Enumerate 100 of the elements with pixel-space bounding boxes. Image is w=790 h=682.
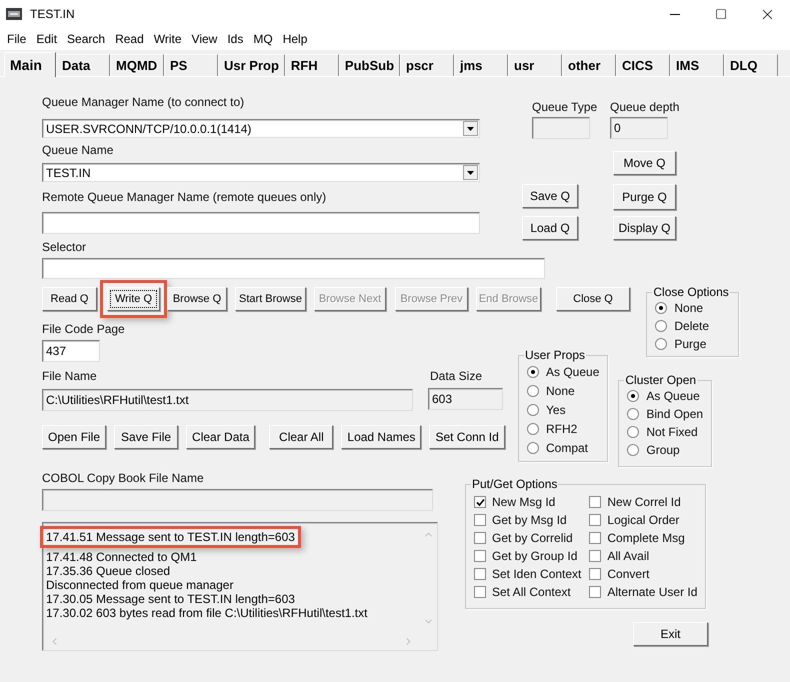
file-button[interactable]: Set Conn Id: [429, 425, 505, 449]
checkbox[interactable]: [589, 550, 602, 562]
log-line: Disconnected from queue manager: [46, 578, 234, 592]
save-queue-button[interactable]: Save Q: [522, 184, 578, 208]
cobol-copybook-field[interactable]: [42, 489, 433, 511]
radio-label: Delete: [674, 318, 710, 334]
group-title: Cluster Open: [624, 373, 698, 387]
field-label: Data Size: [430, 369, 482, 384]
tab[interactable]: Usr Prop: [218, 54, 285, 76]
menu-item[interactable]: Ids: [222, 30, 248, 48]
radio-label: Purge: [674, 336, 706, 352]
exit-button[interactable]: Exit: [633, 622, 708, 646]
tab[interactable]: pscr: [400, 54, 454, 76]
group-title: Put/Get Options: [471, 477, 558, 491]
file-name-field[interactable]: C:\Utilities\RFHutil\test1.txt: [42, 389, 413, 411]
radio-label: Group: [646, 442, 680, 458]
checkbox[interactable]: [589, 568, 602, 580]
checkbox[interactable]: [589, 496, 602, 508]
field-label: File Name: [42, 369, 97, 384]
field-label: Queue Type: [532, 100, 598, 115]
checkbox-label: New Msg Id: [492, 494, 556, 510]
radio-button[interactable]: [655, 302, 668, 314]
tab[interactable]: RFH: [284, 54, 339, 76]
checkbox[interactable]: [589, 532, 602, 544]
file-button[interactable]: Clear All: [269, 425, 334, 449]
radio-button[interactable]: [527, 404, 539, 416]
queue-manager-dropdown[interactable]: USER.SVRCONN/TCP/10.0.0.1(1414): [42, 119, 480, 138]
menu-item[interactable]: Search: [62, 30, 110, 48]
remote-queue-manager-field[interactable]: [42, 212, 480, 234]
file-button[interactable]: Open File: [42, 425, 106, 449]
purge-queue-button[interactable]: Purge Q: [613, 184, 676, 210]
selector-field[interactable]: [42, 258, 545, 279]
radio-button[interactable]: [627, 390, 640, 402]
tab[interactable]: Data: [56, 54, 110, 76]
radio-label: As Queue: [546, 364, 600, 380]
radio-button[interactable]: [655, 338, 668, 350]
field-label: Queue Manager Name (to connect to): [42, 95, 244, 110]
checkbox[interactable]: [474, 586, 486, 598]
menu-item[interactable]: View: [186, 30, 222, 48]
queue-name-dropdown[interactable]: TEST.IN: [42, 163, 480, 182]
menu-item[interactable]: Read: [110, 30, 149, 48]
log-line: 17.30.05 Message sent to TEST.IN length=603: [46, 592, 295, 606]
radio-label: None: [674, 300, 704, 316]
move-queue-button[interactable]: Move Q: [613, 151, 676, 175]
tab[interactable]: MQMD: [110, 54, 164, 76]
action-button[interactable]: Close Q: [556, 287, 630, 311]
radio-button[interactable]: [527, 385, 539, 397]
menu-item[interactable]: Write: [148, 30, 187, 48]
radio-button[interactable]: [627, 426, 640, 438]
tab[interactable]: PS: [164, 54, 218, 76]
radio-button[interactable]: [627, 408, 640, 420]
checkbox-label: Get by Msg Id: [492, 512, 567, 528]
menu-item[interactable]: Help: [278, 30, 312, 48]
tab[interactable]: PubSub: [338, 54, 400, 76]
tab[interactable]: DLQ: [724, 54, 778, 76]
radio-button[interactable]: [655, 320, 668, 332]
checkbox[interactable]: [474, 550, 486, 562]
checkbox[interactable]: [589, 586, 602, 598]
checkbox[interactable]: [474, 568, 486, 580]
load-queue-button[interactable]: Load Q: [522, 216, 578, 240]
radio-button[interactable]: [527, 423, 539, 435]
checkbox[interactable]: [474, 532, 486, 544]
menu-item[interactable]: MQ: [248, 30, 278, 48]
checkbox-label: Set Iden Context: [492, 566, 582, 582]
radio-button[interactable]: [527, 366, 539, 378]
data-size-field[interactable]: 603: [428, 388, 503, 410]
tab[interactable]: CICS: [616, 54, 670, 76]
menu-item[interactable]: Edit: [31, 30, 62, 48]
radio-label: RFH2: [546, 422, 578, 436]
radio-label: As Queue: [646, 388, 700, 404]
file-code-page-field[interactable]: 437: [42, 340, 100, 362]
radio-label: Bind Open: [646, 406, 704, 422]
file-button[interactable]: Clear Data: [186, 425, 256, 449]
tab[interactable]: Main: [4, 52, 56, 77]
checkbox[interactable]: [474, 496, 486, 508]
checkbox-label: Get by Correlid: [492, 530, 573, 546]
radio-label: Not Fixed: [646, 424, 698, 440]
file-button[interactable]: Save File: [114, 425, 178, 449]
display-queue-button[interactable]: Display Q: [613, 216, 676, 240]
queue-depth-field[interactable]: 0: [610, 117, 668, 139]
radio-button[interactable]: [627, 444, 640, 456]
checkbox-label: Complete Msg: [607, 530, 685, 546]
checkbox[interactable]: [474, 514, 486, 526]
action-button[interactable]: Start Browse: [235, 287, 306, 311]
tab[interactable]: IMS: [670, 54, 724, 76]
menu-item[interactable]: File: [2, 30, 32, 48]
checkbox-label: Alternate User Id: [607, 584, 698, 600]
file-button[interactable]: Load Names: [341, 425, 422, 449]
log-line: 17.41.48 Connected to QM1: [46, 550, 197, 564]
action-button[interactable]: Read Q: [42, 287, 97, 311]
action-button[interactable]: Browse Q: [167, 287, 227, 311]
queue-type-field[interactable]: [532, 117, 590, 139]
radio-button[interactable]: [527, 442, 539, 454]
tab[interactable]: usr: [508, 54, 562, 76]
field-label: File Code Page: [42, 322, 125, 337]
tab[interactable]: other: [562, 54, 616, 76]
action-button[interactable]: Write Q: [107, 287, 160, 311]
tab[interactable]: jms: [454, 54, 508, 76]
radio-label: Yes: [546, 402, 566, 418]
checkbox[interactable]: [589, 514, 602, 526]
